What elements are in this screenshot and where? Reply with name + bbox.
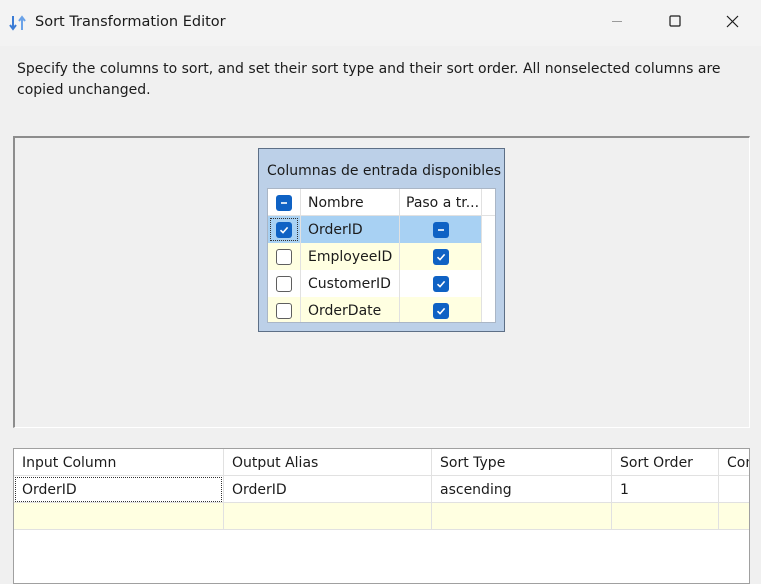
column-name: EmployeeID bbox=[300, 243, 399, 270]
input-column-row[interactable]: EmployeeID bbox=[268, 243, 495, 270]
cell-sort-order[interactable]: 1 bbox=[611, 476, 718, 503]
pass-through-checkbox-checked[interactable] bbox=[432, 275, 449, 292]
minimize-button[interactable] bbox=[588, 0, 646, 46]
pass-through-checkbox-checked[interactable] bbox=[432, 302, 449, 319]
row-checkbox-checked[interactable] bbox=[276, 221, 292, 238]
new-row-cell[interactable] bbox=[431, 503, 611, 530]
cell-output-alias[interactable]: OrderID bbox=[223, 476, 431, 503]
header-sort-type[interactable]: Sort Type bbox=[431, 449, 611, 476]
pass-through-cell[interactable] bbox=[399, 216, 481, 243]
pass-through-cell[interactable] bbox=[399, 297, 481, 322]
title-bar: Sort Transformation Editor bbox=[0, 0, 761, 46]
sort-grid-row[interactable]: OrderID OrderID ascending 1 bbox=[14, 476, 749, 503]
header-sort-order[interactable]: Sort Order bbox=[611, 449, 718, 476]
panel-title: Columnas de entrada disponibles bbox=[267, 163, 502, 179]
sort-grid-header-row: Input Column Output Alias Sort Type Sort… bbox=[14, 449, 749, 476]
input-column-row[interactable]: OrderDate bbox=[268, 297, 495, 322]
pass-through-checkbox-indeterminate[interactable] bbox=[432, 221, 449, 238]
select-all-checkbox[interactable] bbox=[276, 194, 292, 211]
row-filler bbox=[481, 243, 495, 270]
input-column-row[interactable]: CustomerID bbox=[268, 270, 495, 297]
row-checkbox-unchecked[interactable] bbox=[276, 248, 292, 265]
row-select-cell[interactable] bbox=[268, 270, 300, 297]
select-all-cell[interactable] bbox=[268, 189, 300, 216]
new-row-cell[interactable] bbox=[718, 503, 749, 530]
row-select-cell[interactable] bbox=[268, 243, 300, 270]
column-name: CustomerID bbox=[300, 270, 399, 297]
new-row-cell[interactable] bbox=[14, 503, 223, 530]
row-select-cell[interactable] bbox=[268, 297, 300, 322]
pass-through-cell[interactable] bbox=[399, 270, 481, 297]
row-checkbox-unchecked[interactable] bbox=[276, 302, 292, 319]
minimize-icon bbox=[611, 15, 623, 31]
cell-comparison-flags[interactable] bbox=[718, 476, 749, 503]
close-icon bbox=[726, 15, 739, 32]
header-comparison-flags[interactable]: Com bbox=[718, 449, 749, 476]
row-select-cell[interactable] bbox=[268, 216, 300, 243]
header-output-alias[interactable]: Output Alias bbox=[223, 449, 431, 476]
pass-through-cell[interactable] bbox=[399, 243, 481, 270]
header-pass-through[interactable]: Paso a tr... bbox=[399, 189, 481, 216]
sort-grid-new-row[interactable] bbox=[14, 503, 749, 530]
window-title: Sort Transformation Editor bbox=[35, 14, 226, 30]
input-columns-grid: Nombre Paso a tr... OrderID EmployeeID C… bbox=[267, 188, 496, 323]
pass-through-checkbox-checked[interactable] bbox=[432, 248, 449, 265]
header-input-column[interactable]: Input Column bbox=[14, 449, 223, 476]
row-filler bbox=[481, 216, 495, 243]
column-name: OrderID bbox=[300, 216, 399, 243]
new-row-cell[interactable] bbox=[611, 503, 718, 530]
column-name: OrderDate bbox=[300, 297, 399, 322]
row-checkbox-unchecked[interactable] bbox=[276, 275, 292, 292]
header-filler bbox=[481, 189, 495, 216]
header-name[interactable]: Nombre bbox=[300, 189, 399, 216]
maximize-icon bbox=[669, 15, 681, 31]
grid-header-row: Nombre Paso a tr... bbox=[268, 189, 495, 216]
description-text: Specify the columns to sort, and set the… bbox=[17, 61, 721, 98]
maximize-button[interactable] bbox=[646, 0, 704, 46]
input-column-row[interactable]: OrderID bbox=[268, 216, 495, 243]
sort-columns-grid: Input Column Output Alias Sort Type Sort… bbox=[13, 448, 750, 584]
cell-sort-type[interactable]: ascending bbox=[431, 476, 611, 503]
row-filler bbox=[481, 297, 495, 322]
row-filler bbox=[481, 270, 495, 297]
available-input-columns-panel: Columnas de entrada disponibles Nombre P… bbox=[258, 148, 505, 332]
sort-arrows-icon bbox=[8, 13, 28, 33]
close-button[interactable] bbox=[703, 0, 761, 46]
cell-input-column[interactable]: OrderID bbox=[14, 476, 223, 503]
new-row-cell[interactable] bbox=[223, 503, 431, 530]
